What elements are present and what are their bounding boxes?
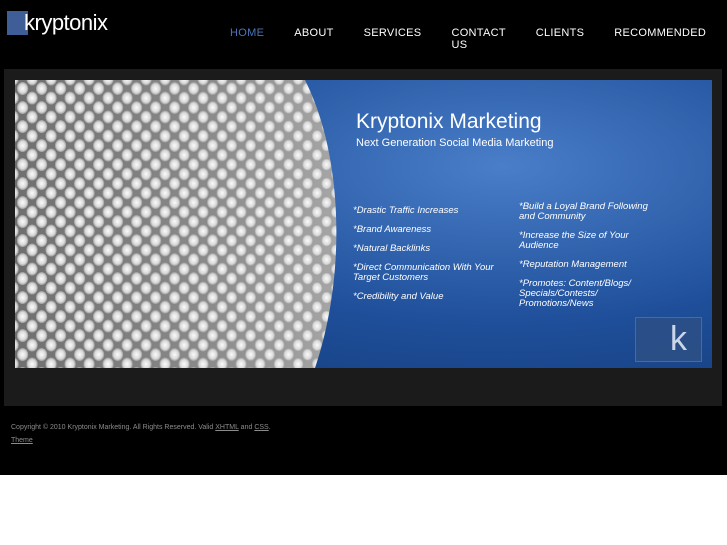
bullet-item: *Build a Loyal Brand Following and Commu… xyxy=(519,201,648,222)
site-container: kryptonix HOME ABOUT SERVICES CONTACT US… xyxy=(0,0,727,475)
theme-link[interactable]: Theme xyxy=(11,437,33,444)
nav-recommended[interactable]: RECOMMENDED xyxy=(614,27,706,51)
nav-home[interactable]: HOME xyxy=(230,27,264,51)
bullet-list-right: *Build a Loyal Brand Following and Commu… xyxy=(519,202,659,318)
building-disc-pattern-image xyxy=(15,80,345,368)
nav-about[interactable]: ABOUT xyxy=(294,27,333,51)
bullet-item: *Promotes: Content/Blogs/ Specials/Conte… xyxy=(519,278,631,309)
and-text: and xyxy=(240,424,253,431)
bullet-item: *Reputation Management xyxy=(519,259,627,270)
bullet-item: *Brand Awareness xyxy=(353,224,432,235)
banner-title: Kryptonix Marketing xyxy=(356,110,542,133)
css-link[interactable]: CSS xyxy=(254,424,268,431)
bullet-list-left: *Drastic Traffic Increases *Brand Awaren… xyxy=(353,206,513,311)
period-text: . xyxy=(268,424,271,431)
bullet-item: *Natural Backlinks xyxy=(353,243,431,254)
logo[interactable]: kryptonix xyxy=(7,10,108,36)
logo-text: kryptonix xyxy=(24,10,108,35)
k-badge-icon: k xyxy=(635,317,702,362)
footer: Copyright © 2010 Kryptonix Marketing. Al… xyxy=(11,421,271,447)
footer-copyright-line: Copyright © 2010 Kryptonix Marketing. Al… xyxy=(11,421,271,434)
nav-clients[interactable]: CLIENTS xyxy=(536,27,585,51)
nav-services[interactable]: SERVICES xyxy=(364,27,422,51)
bullet-item: *Increase the Size of Your Audience xyxy=(519,230,629,251)
k-badge-letter: k xyxy=(670,320,687,358)
bullet-item: *Direct Communication With Your Target C… xyxy=(353,262,494,283)
content-panel: Kryptonix Marketing Next Generation Soci… xyxy=(4,69,722,406)
nav-contact-us[interactable]: CONTACT US xyxy=(451,27,505,51)
hero-banner: Kryptonix Marketing Next Generation Soci… xyxy=(15,80,712,368)
bullet-item: *Drastic Traffic Increases xyxy=(353,205,459,216)
xhtml-link[interactable]: XHTML xyxy=(215,424,238,431)
footer-theme-line: Theme xyxy=(11,434,271,447)
copyright-text: Copyright © 2010 Kryptonix Marketing. Al… xyxy=(11,424,214,431)
banner-subtitle: Next Generation Social Media Marketing xyxy=(356,137,554,149)
main-nav: HOME ABOUT SERVICES CONTACT US CLIENTS R… xyxy=(230,27,727,51)
bullet-item: *Credibility and Value xyxy=(353,291,444,302)
